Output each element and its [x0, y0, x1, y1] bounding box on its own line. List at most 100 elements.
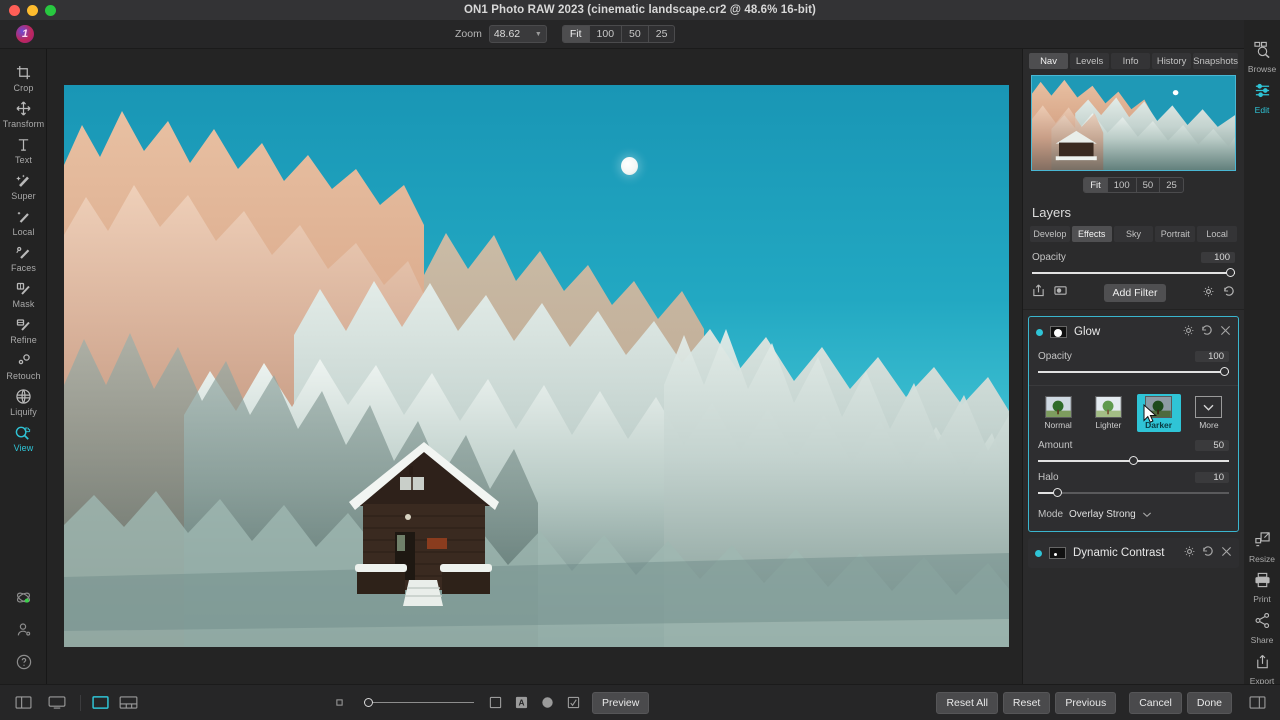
dynamic-contrast-title: Dynamic Contrast — [1073, 547, 1165, 559]
mode-develop[interactable]: Develop — [1030, 226, 1070, 242]
zoom-controls: Zoom 48.62 ▼ Fit 100 50 25 — [455, 25, 676, 43]
filter-card-dynamic-contrast[interactable]: Dynamic Contrast — [1028, 538, 1239, 568]
mode-portrait[interactable]: Portrait — [1155, 226, 1196, 242]
reset-all-button[interactable]: Reset All — [936, 691, 998, 714]
reset-button[interactable]: Reset — [1002, 691, 1051, 714]
single-view-icon[interactable] — [87, 693, 113, 713]
glow-halo-value[interactable]: 10 — [1195, 472, 1229, 483]
tool-faces[interactable]: Faces — [0, 239, 47, 275]
layer-opacity-value[interactable]: 100 — [1201, 252, 1235, 263]
account-icon[interactable] — [0, 614, 47, 646]
reset-arrow-icon[interactable] — [1201, 323, 1213, 341]
checkmark-box-icon[interactable] — [560, 693, 586, 713]
help-icon[interactable] — [0, 646, 47, 678]
tab-history[interactable]: History — [1152, 53, 1192, 69]
glow-amount-slider[interactable] — [1038, 456, 1229, 466]
module-print[interactable]: Print — [1244, 567, 1280, 607]
glow-amount-value[interactable]: 50 — [1195, 440, 1229, 451]
layer-opacity-slider[interactable] — [1032, 268, 1235, 278]
close-icon[interactable] — [1220, 323, 1231, 341]
add-layer-icon[interactable] — [1032, 284, 1045, 302]
toggle-right-panel-icon[interactable] — [1244, 693, 1270, 713]
zoom-preset-25[interactable]: 25 — [649, 26, 675, 42]
tool-refine[interactable]: Refine — [0, 311, 47, 347]
layer-mask-icon[interactable] — [1054, 284, 1067, 302]
cancel-button[interactable]: Cancel — [1129, 691, 1182, 714]
glow-mode-value[interactable]: Overlay Strong — [1069, 509, 1136, 520]
mode-effects[interactable]: Effects — [1071, 226, 1112, 242]
color-circle-icon[interactable] — [534, 693, 560, 713]
slider-knob[interactable] — [1129, 456, 1138, 465]
glow-preset-normal[interactable]: Normal — [1036, 394, 1080, 432]
preview-toggle-button[interactable]: Preview — [592, 691, 650, 714]
slider-knob[interactable] — [364, 697, 373, 707]
thumbnail-size-slider[interactable] — [352, 697, 474, 708]
add-filter-button[interactable]: Add Filter — [1103, 284, 1167, 302]
tab-levels[interactable]: Levels — [1070, 53, 1110, 69]
filter-mask-thumbnail[interactable] — [1049, 547, 1066, 559]
module-browse[interactable]: Browse — [1244, 36, 1280, 77]
close-icon[interactable] — [1221, 544, 1232, 562]
filter-enabled-toggle[interactable] — [1035, 549, 1042, 557]
compare-view-icon[interactable] — [115, 693, 141, 713]
reset-arrow-icon[interactable] — [1223, 284, 1235, 302]
tool-retouch[interactable]: Retouch — [0, 347, 47, 383]
mode-local[interactable]: Local — [1197, 226, 1237, 242]
top-toolbar: 1 Zoom 48.62 ▼ Fit 100 50 25 — [0, 20, 1280, 49]
tool-super-select[interactable]: Super — [0, 167, 47, 203]
reset-arrow-icon[interactable] — [1202, 544, 1214, 562]
gear-icon[interactable] — [1183, 323, 1194, 341]
navigator-thumbnail[interactable] — [1031, 75, 1236, 171]
tab-info[interactable]: Info — [1111, 53, 1151, 69]
chevron-down-icon — [1195, 396, 1223, 418]
nav-zoom-100[interactable]: 100 — [1108, 178, 1137, 192]
slider-knob[interactable] — [1220, 367, 1229, 376]
tool-view[interactable]: View — [0, 419, 47, 455]
image-canvas-area[interactable] — [47, 49, 1022, 684]
zoom-preset-100[interactable]: 100 — [590, 26, 623, 42]
nav-zoom-fit[interactable]: Fit — [1084, 178, 1108, 192]
show-panels-icon[interactable] — [10, 693, 36, 713]
rating-square-icon[interactable] — [482, 693, 508, 713]
glow-preset-lighter[interactable]: Lighter — [1086, 394, 1130, 432]
tool-liquify[interactable]: Liquify — [0, 383, 47, 419]
tool-text[interactable]: Text — [0, 131, 47, 167]
glow-preset-more[interactable]: More — [1187, 394, 1231, 432]
filter-card-glow[interactable]: Glow Opacity 100 Normal Lighter Darker M… — [1028, 316, 1239, 532]
tab-snapshots[interactable]: Snapshots — [1193, 53, 1239, 69]
nav-zoom-50[interactable]: 50 — [1137, 178, 1161, 192]
glow-opacity-value[interactable]: 100 — [1195, 351, 1229, 362]
module-share[interactable]: Share — [1244, 607, 1280, 648]
glow-halo-slider[interactable] — [1038, 488, 1229, 498]
slider-knob[interactable] — [1226, 268, 1235, 277]
mode-sky[interactable]: Sky — [1113, 226, 1154, 242]
filter-mask-thumbnail[interactable] — [1050, 326, 1067, 338]
tab-nav[interactable]: Nav — [1029, 53, 1069, 69]
glow-blend-mode-row[interactable]: Mode Overlay Strong — [1029, 500, 1238, 531]
filter-enabled-toggle[interactable] — [1036, 328, 1043, 336]
zoom-preset-50[interactable]: 50 — [622, 26, 649, 42]
tool-crop[interactable]: Crop — [0, 59, 47, 95]
tool-label: Text — [15, 155, 32, 165]
done-button[interactable]: Done — [1186, 691, 1232, 714]
zoom-preset-fit[interactable]: Fit — [562, 26, 590, 42]
module-resize[interactable]: Resize — [1244, 526, 1280, 567]
gear-icon[interactable] — [1184, 544, 1195, 562]
glow-preset-row: Normal Lighter Darker More — [1029, 385, 1238, 436]
letter-a-icon[interactable]: A — [508, 693, 534, 713]
tool-transform[interactable]: Transform — [0, 95, 47, 131]
gear-icon[interactable] — [1203, 284, 1214, 302]
nav-zoom-25[interactable]: 25 — [1160, 178, 1183, 192]
module-export[interactable]: Export — [1244, 648, 1280, 689]
tool-mask[interactable]: Mask — [0, 275, 47, 311]
sync-status-icon[interactable] — [0, 582, 47, 614]
glow-opacity-slider[interactable] — [1038, 367, 1229, 377]
photo-preview[interactable] — [64, 85, 1009, 647]
module-edit[interactable]: Edit — [1244, 77, 1280, 118]
fullscreen-icon[interactable] — [44, 693, 70, 713]
previous-button[interactable]: Previous — [1055, 691, 1117, 714]
chevron-down-icon[interactable] — [1142, 505, 1152, 523]
slider-knob[interactable] — [1052, 488, 1062, 497]
zoom-input[interactable]: 48.62 ▼ — [488, 25, 547, 43]
tool-local[interactable]: Local — [0, 203, 47, 239]
